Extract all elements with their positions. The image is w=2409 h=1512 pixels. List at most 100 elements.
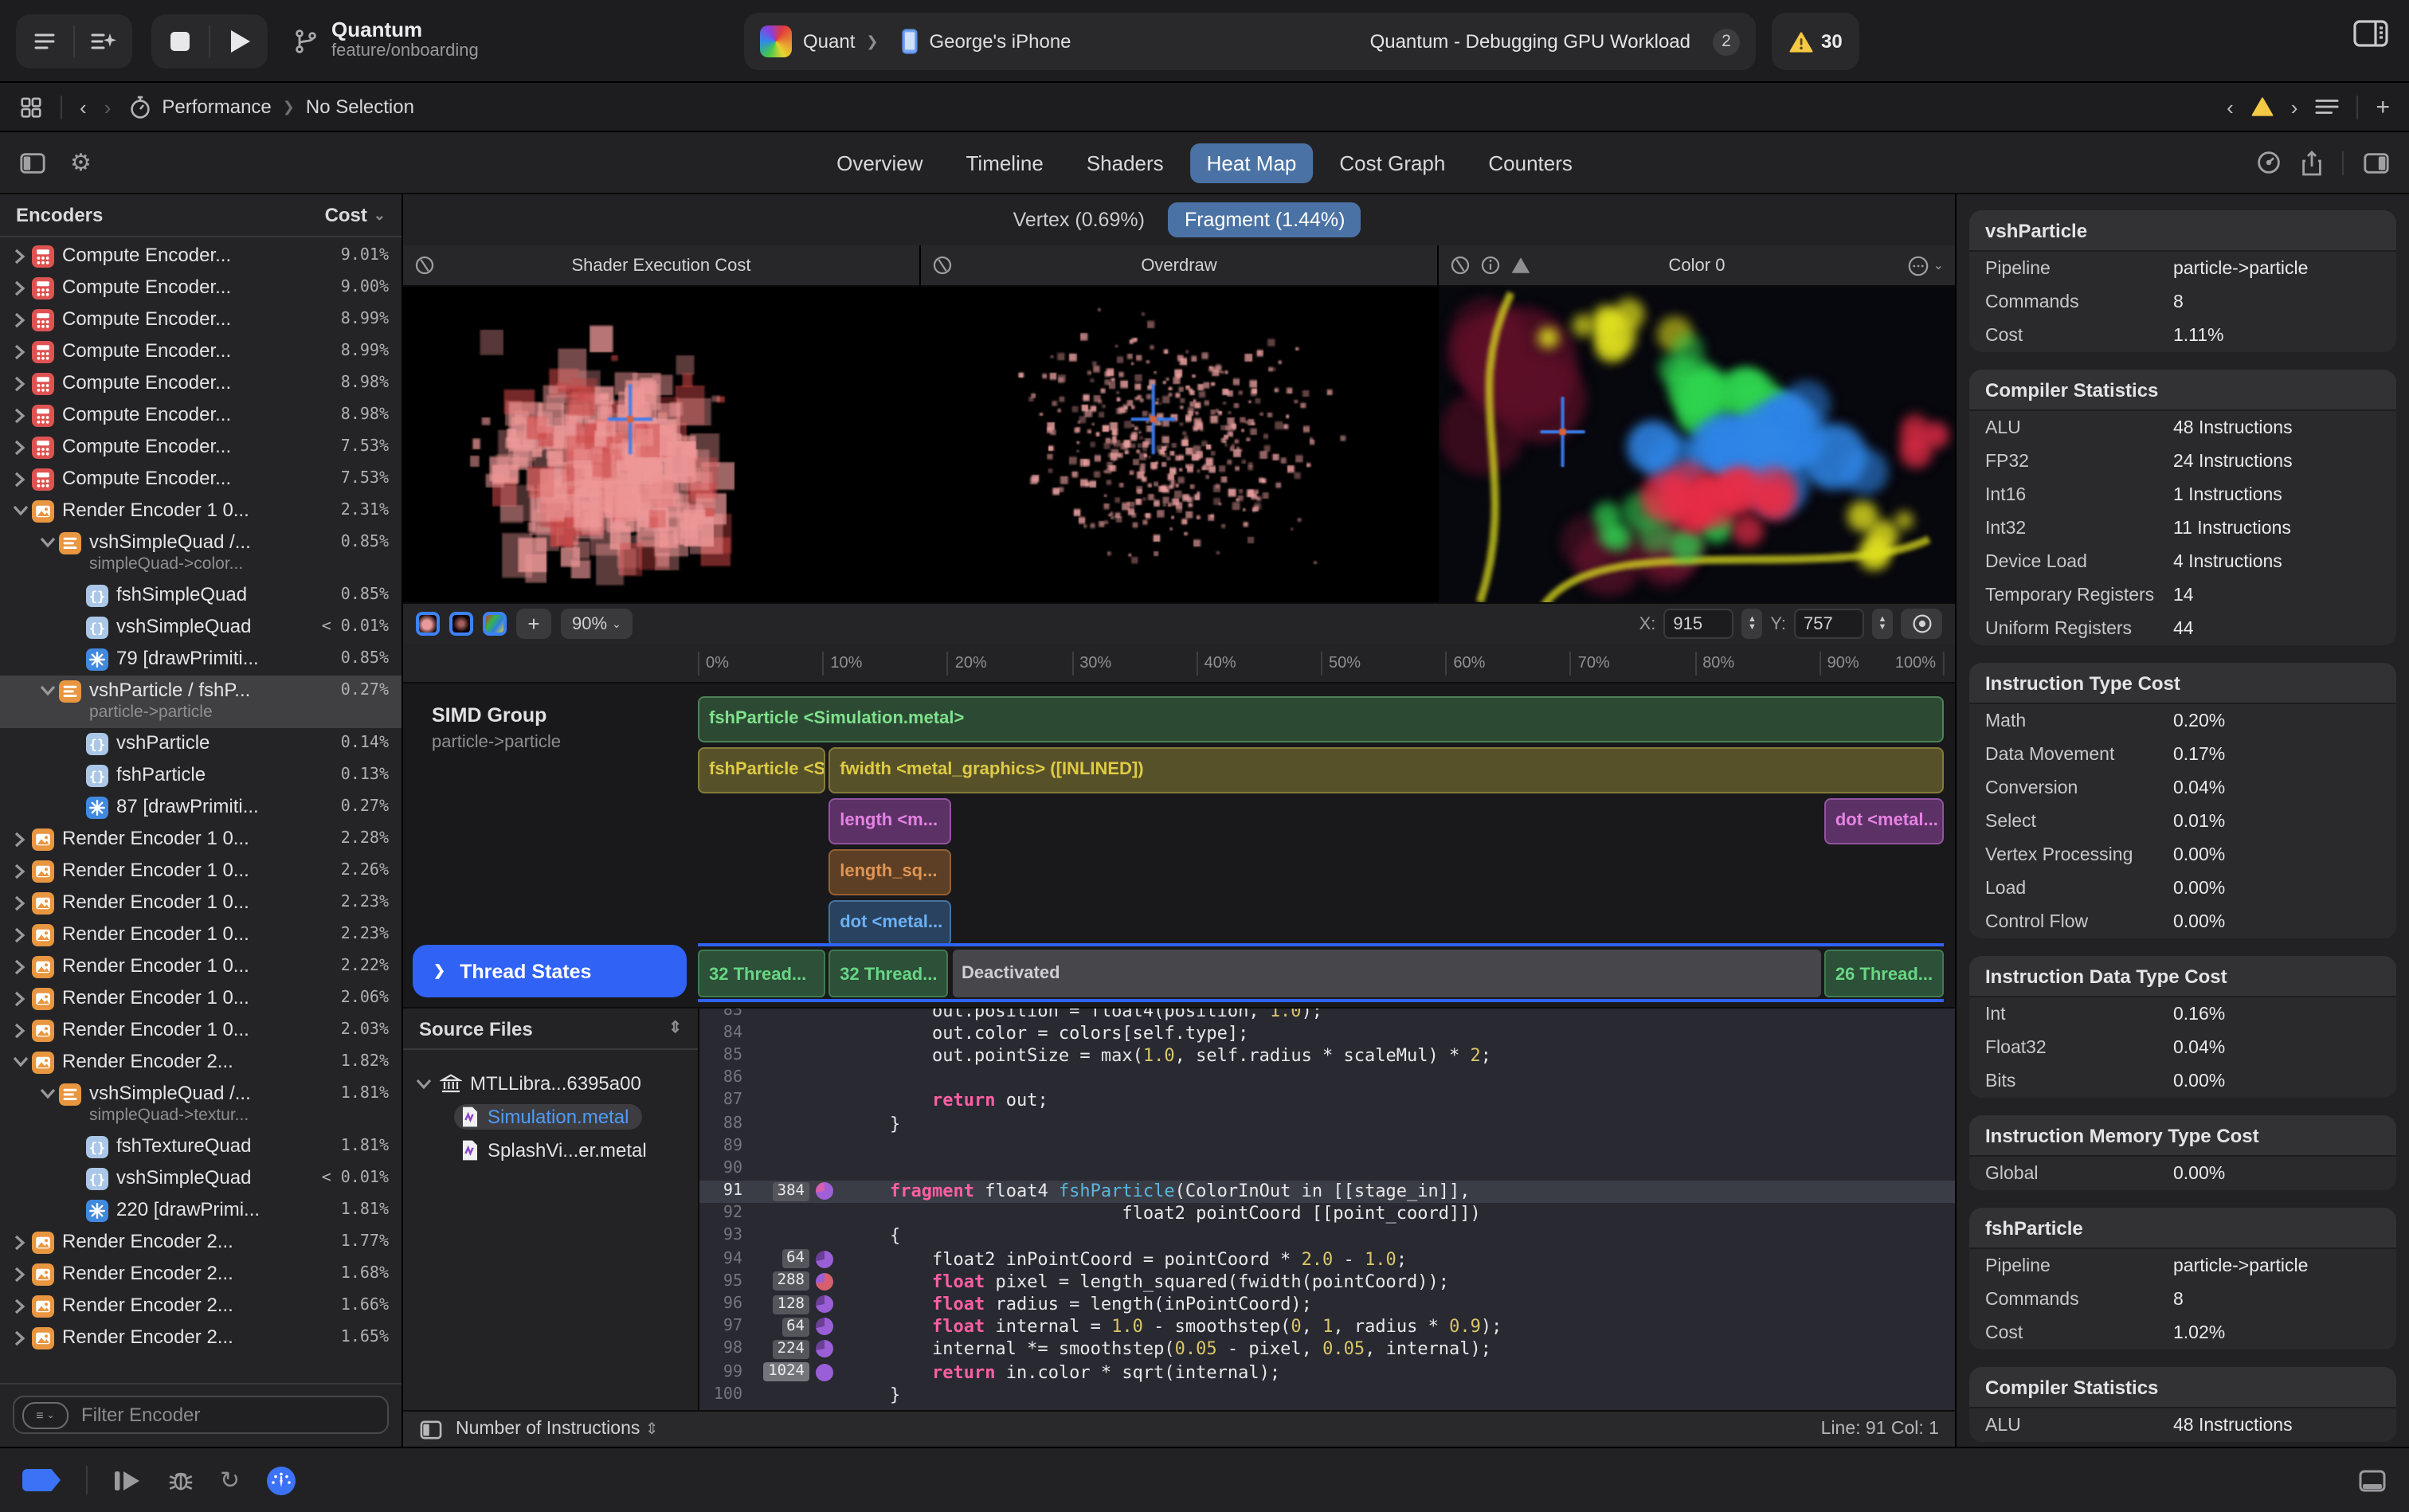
- gauge-icon[interactable]: [2256, 150, 2282, 175]
- encoder-row[interactable]: Render Encoder 1 0... 2.28%: [0, 824, 402, 856]
- flame-bar[interactable]: length <m...: [828, 798, 950, 844]
- encoder-row[interactable]: vshSimpleQuad /... simpleQuad->color... …: [0, 527, 402, 580]
- flame-bar[interactable]: length_sq...: [828, 849, 950, 895]
- tab[interactable]: Overview: [821, 143, 938, 182]
- filter-icon[interactable]: ≡⌄: [22, 1401, 69, 1428]
- play-button[interactable]: [210, 14, 268, 68]
- x-stepper[interactable]: ▲▼: [1741, 609, 1762, 639]
- scheme-device-bar[interactable]: Quant ❯ George's iPhone Quantum - Debugg…: [744, 13, 1756, 70]
- encoder-row[interactable]: vshSimpleQuad /... simpleQuad->textur...…: [0, 1079, 402, 1131]
- pane-menu[interactable]: ⌄: [1908, 254, 1944, 276]
- encoder-row[interactable]: Render Encoder 2... 1.82%: [0, 1047, 402, 1079]
- tab[interactable]: Heat Map: [1191, 143, 1313, 182]
- next-issue-icon[interactable]: ›: [2291, 95, 2298, 119]
- thread-state-segment[interactable]: Deactivated: [952, 950, 1820, 997]
- back-chevron-icon[interactable]: ‹: [80, 95, 87, 119]
- encoder-row[interactable]: Render Encoder 1 0... 2.23%: [0, 887, 402, 919]
- file-row-selected[interactable]: Simulation.metal: [403, 1099, 698, 1133]
- scheme-name[interactable]: Quant: [803, 30, 855, 53]
- thread-state-segment[interactable]: 32 Thread...: [828, 950, 948, 997]
- pane-canvas-holder[interactable]: [403, 287, 919, 602]
- right-panel-toggle-icon[interactable]: [2363, 151, 2390, 174]
- scm-branch[interactable]: Quantum feature/onboarding: [293, 19, 479, 62]
- bottom-panel-toggle-icon[interactable]: [2358, 1468, 2387, 1492]
- y-stepper[interactable]: ▲▼: [1872, 609, 1893, 639]
- encoder-row[interactable]: Render Encoder 1 0... 2.06%: [0, 983, 402, 1015]
- encoder-row[interactable]: Compute Encoder... 8.98%: [0, 400, 402, 432]
- code-line[interactable]: 93 {: [699, 1225, 1955, 1248]
- code-line[interactable]: 84 out.color = colors[self.type];: [699, 1021, 1955, 1044]
- encoder-row[interactable]: Render Encoder 2... 1.66%: [0, 1291, 402, 1322]
- gear-icon[interactable]: ⚙: [70, 148, 92, 177]
- issue-warning-icon[interactable]: [2251, 97, 2274, 116]
- tab[interactable]: Timeline: [950, 143, 1060, 182]
- bottom-panel-icon[interactable]: [419, 1419, 443, 1440]
- encoder-row[interactable]: {} fshSimpleQuad 0.85%: [0, 580, 402, 612]
- sidebar-list-icon[interactable]: [16, 14, 73, 68]
- encoder-row[interactable]: Compute Encoder... 7.53%: [0, 464, 402, 496]
- code-line[interactable]: 9764 float internal = 1.0 - smoothstep(0…: [699, 1315, 1955, 1338]
- thread-state-segment[interactable]: 32 Thread...: [698, 950, 825, 997]
- code-line[interactable]: 91384 fragment float4 fshParticle(ColorI…: [699, 1180, 1955, 1202]
- flame-bar[interactable]: fshParticle <Simulation....: [698, 747, 825, 793]
- filter-field[interactable]: ≡⌄: [13, 1396, 389, 1434]
- encoder-row[interactable]: 79 [drawPrimiti... 0.85%: [0, 644, 402, 676]
- warnings-button[interactable]: 30: [1772, 13, 1860, 70]
- add-icon[interactable]: +: [2376, 93, 2390, 120]
- breadcrumb-selection[interactable]: No Selection: [306, 96, 414, 118]
- code-line[interactable]: 87 return out;: [699, 1090, 1955, 1112]
- encoder-row[interactable]: Compute Encoder... 8.99%: [0, 336, 402, 368]
- encoder-row[interactable]: Render Encoder 1 0... 2.22%: [0, 951, 402, 983]
- flame-bar[interactable]: dot <metal...: [1824, 798, 1944, 844]
- code-line[interactable]: 95288 float pixel = length_squared(fwidt…: [699, 1271, 1955, 1293]
- statistic-selector[interactable]: Number of Instructions ⇕: [456, 1420, 659, 1439]
- zoom-dropdown[interactable]: 90%⌄: [561, 609, 633, 639]
- debug-bug-icon[interactable]: [167, 1467, 194, 1493]
- attachment-pane[interactable]: Shader Execution Cost: [403, 245, 921, 602]
- pane-warning-icon[interactable]: [1510, 257, 1531, 274]
- thread-state-segment[interactable]: 26 Thread...: [1824, 950, 1944, 997]
- encoder-row[interactable]: Render Encoder 1 0... 2.31%: [0, 496, 402, 527]
- encoder-row[interactable]: Render Encoder 1 0... 2.03%: [0, 1015, 402, 1047]
- encoder-row[interactable]: Render Encoder 2... 1.68%: [0, 1259, 402, 1291]
- code-line[interactable]: 83 out.position = float4(position, 1.0);: [699, 1009, 1955, 1021]
- encoder-row[interactable]: Compute Encoder... 8.98%: [0, 368, 402, 400]
- window-layout-icon[interactable]: [2352, 18, 2390, 49]
- tab[interactable]: Cost Graph: [1323, 143, 1461, 182]
- encoder-row[interactable]: {} fshParticle 0.13%: [0, 760, 402, 792]
- cost-column-header[interactable]: Cost ⌄: [325, 204, 386, 226]
- share-icon[interactable]: [2301, 149, 2323, 176]
- breadcrumb-section[interactable]: Performance: [162, 96, 271, 118]
- encoder-row[interactable]: {} fshTextureQuad 1.81%: [0, 1131, 402, 1163]
- code-line[interactable]: 90: [699, 1158, 1955, 1180]
- code-line[interactable]: 9464 float2 inPointCoord = pointCoord * …: [699, 1248, 1955, 1270]
- stage-segment[interactable]: Fragment (1.44%): [1169, 202, 1361, 237]
- prev-issue-icon[interactable]: ‹: [2227, 95, 2234, 119]
- flame-bar[interactable]: fwidth <metal_graphics> ([INLINED]): [828, 747, 1944, 793]
- stop-button[interactable]: [151, 14, 209, 68]
- sort-icon[interactable]: ⇕: [668, 1020, 682, 1037]
- attachment-thumb-color0[interactable]: [483, 612, 507, 636]
- encoder-row[interactable]: Render Encoder 1 0... 2.23%: [0, 919, 402, 951]
- encoder-row[interactable]: {} vshParticle 0.14%: [0, 728, 402, 760]
- attachment-pane[interactable]: Overdraw: [921, 245, 1439, 602]
- encoder-row[interactable]: Render Encoder 2... 1.77%: [0, 1227, 402, 1259]
- grid-icon[interactable]: [19, 95, 43, 119]
- flame-bar[interactable]: fshParticle <Simulation.metal>: [698, 696, 1944, 742]
- attachment-pane[interactable]: Color 0 ⌄: [1439, 245, 1955, 602]
- tab[interactable]: Counters: [1472, 143, 1588, 182]
- info-icon[interactable]: [1480, 255, 1501, 276]
- encoder-row[interactable]: 220 [drawPrimi... 1.81%: [0, 1195, 402, 1227]
- code-line[interactable]: 92 float2 pointCoord [[point_coord]]): [699, 1202, 1955, 1224]
- device-name[interactable]: George's iPhone: [930, 30, 1071, 53]
- encoder-row[interactable]: {} vshSimpleQuad < 0.01%: [0, 612, 402, 644]
- code-line[interactable]: 88 }: [699, 1112, 1955, 1134]
- flame-bar[interactable]: dot <metal...: [828, 900, 950, 946]
- tab[interactable]: Shaders: [1071, 143, 1180, 182]
- refresh-icon[interactable]: ↻: [220, 1466, 240, 1494]
- code-editor[interactable]: 83 out.position = float4(position, 1.0);…: [698, 1009, 1955, 1410]
- y-coordinate-field[interactable]: 757: [1794, 609, 1864, 639]
- attachment-thumb-overdraw[interactable]: [449, 612, 473, 636]
- filter-encoder-input[interactable]: [78, 1402, 323, 1428]
- code-line[interactable]: 85 out.pointSize = max(1.0, self.radius …: [699, 1044, 1955, 1067]
